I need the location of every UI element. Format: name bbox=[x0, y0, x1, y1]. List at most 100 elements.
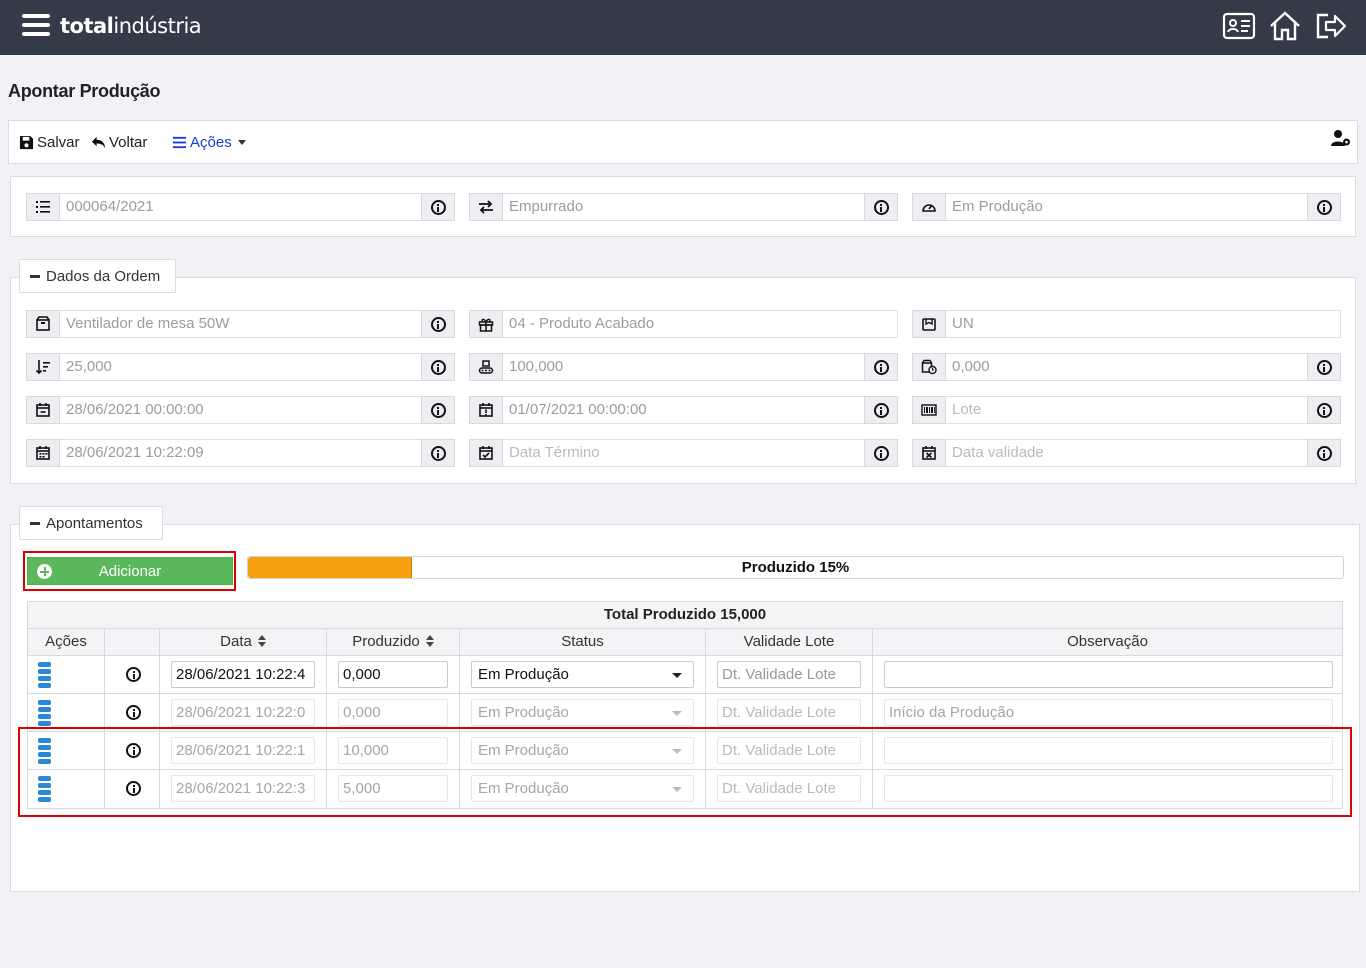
qty-planned-field: 25,000 bbox=[26, 353, 455, 381]
note-input[interactable] bbox=[884, 661, 1333, 688]
list-icon bbox=[172, 136, 187, 149]
qty-other-info-button[interactable] bbox=[1307, 353, 1341, 381]
date-start-planned-field: 28/06/2021 00:00:00 bbox=[26, 396, 455, 424]
date-end-field: Data Término bbox=[469, 439, 898, 467]
date-start-planned-input[interactable]: 28/06/2021 00:00:00 bbox=[60, 396, 421, 424]
order-data-legend[interactable]: Dados da Ordem bbox=[19, 259, 176, 293]
lot-validity-input[interactable]: Dt. Validade Lote bbox=[717, 661, 861, 688]
hamburger-menu-icon[interactable] bbox=[22, 14, 50, 40]
qty-other-input[interactable]: 0,000 bbox=[946, 353, 1307, 381]
lot-info-button[interactable] bbox=[1307, 396, 1341, 424]
produced-input[interactable]: 0,000 bbox=[338, 699, 448, 726]
info-icon bbox=[430, 359, 446, 375]
column-header-lot-validity: Validade Lote bbox=[706, 629, 873, 655]
actions-dropdown[interactable]: Ações bbox=[172, 134, 246, 151]
logout-icon[interactable] bbox=[1314, 10, 1348, 42]
save-button[interactable]: Salvar bbox=[19, 134, 80, 151]
lot-field: Lote bbox=[912, 396, 1341, 424]
produced-input[interactable]: 0,000 bbox=[338, 661, 448, 688]
info-icon bbox=[1316, 402, 1332, 418]
date-input[interactable]: 28/06/2021 10:22:0 bbox=[171, 699, 315, 726]
calendar-check-icon bbox=[479, 446, 493, 460]
info-icon bbox=[430, 402, 446, 418]
unit-input[interactable]: UN bbox=[946, 310, 1341, 338]
gift-icon bbox=[478, 318, 494, 332]
push-type-input[interactable]: Empurrado bbox=[503, 193, 864, 221]
info-icon bbox=[1316, 359, 1332, 375]
product-info-button[interactable] bbox=[421, 310, 455, 338]
status-select[interactable]: Em Produção bbox=[471, 699, 694, 726]
info-icon bbox=[430, 199, 446, 215]
date-input[interactable]: 28/06/2021 10:22:4 bbox=[171, 661, 315, 688]
id-card-icon[interactable] bbox=[1222, 10, 1256, 42]
date-end-input[interactable]: Data Término bbox=[503, 439, 864, 467]
entries-legend[interactable]: Apontamentos bbox=[19, 506, 163, 540]
info-icon[interactable] bbox=[126, 705, 141, 720]
lot-input[interactable]: Lote bbox=[946, 396, 1307, 424]
status-select[interactable]: Em Produção bbox=[471, 661, 694, 688]
order-number-input[interactable]: 000064/2021 bbox=[60, 193, 421, 221]
sort-icon bbox=[257, 635, 266, 647]
qty-planned-info-button[interactable] bbox=[421, 353, 455, 381]
column-header-produced[interactable]: Produzido bbox=[327, 629, 460, 655]
product-type-field: 04 - Produto Acabado bbox=[469, 310, 898, 338]
qty-capacity-input[interactable]: 100,000 bbox=[503, 353, 864, 381]
gauge-icon bbox=[922, 204, 936, 212]
row-actions-icon[interactable] bbox=[38, 662, 51, 688]
order-status-info-button[interactable] bbox=[1307, 193, 1341, 221]
info-icon bbox=[1316, 445, 1332, 461]
column-header-info bbox=[105, 629, 160, 655]
back-button[interactable]: Voltar bbox=[91, 134, 147, 151]
calendar-x-icon bbox=[922, 446, 936, 460]
order-number-info-button[interactable] bbox=[421, 193, 455, 221]
grid-header: Ações Data Produzido Status Validade Lot… bbox=[28, 629, 1342, 656]
date-end-info-button[interactable] bbox=[864, 439, 898, 467]
highlight-add-button bbox=[23, 551, 236, 591]
qty-planned-input[interactable]: 25,000 bbox=[60, 353, 421, 381]
date-end-planned-input[interactable]: 01/07/2021 00:00:00 bbox=[503, 396, 864, 424]
qty-capacity-info-button[interactable] bbox=[864, 353, 898, 381]
unit-field: UN bbox=[912, 310, 1341, 338]
app-logo: totalindústria bbox=[60, 14, 202, 38]
highlight-rows bbox=[18, 727, 1352, 817]
progress-label: Produzido 15% bbox=[741, 559, 850, 576]
validity-info-button[interactable] bbox=[1307, 439, 1341, 467]
conveyor-icon bbox=[478, 360, 494, 374]
column-header-status: Status bbox=[460, 629, 706, 655]
order-status-field: Em Produção bbox=[912, 193, 1341, 221]
calendar-alert-icon bbox=[479, 403, 493, 417]
info-icon bbox=[1316, 199, 1332, 215]
date-end-planned-info-button[interactable] bbox=[864, 396, 898, 424]
lot-validity-input[interactable]: Dt. Validade Lote bbox=[717, 699, 861, 726]
info-icon[interactable] bbox=[126, 667, 141, 682]
info-icon bbox=[873, 445, 889, 461]
collapse-minus-icon bbox=[30, 521, 40, 525]
date-start-info-button[interactable] bbox=[421, 439, 455, 467]
user-settings-icon[interactable] bbox=[1331, 129, 1351, 147]
info-icon bbox=[873, 199, 889, 215]
sort-amount-icon bbox=[35, 360, 50, 375]
package-icon bbox=[922, 318, 936, 331]
date-start-input[interactable]: 28/06/2021 10:22:09 bbox=[60, 439, 421, 467]
calendar-minus-icon bbox=[36, 403, 50, 417]
home-icon[interactable] bbox=[1268, 10, 1302, 42]
info-icon bbox=[430, 316, 446, 332]
swap-arrows-icon bbox=[479, 200, 493, 214]
row-actions-icon[interactable] bbox=[38, 700, 51, 726]
order-number-field: 000064/2021 bbox=[26, 193, 455, 221]
chevron-down-icon bbox=[237, 140, 246, 145]
column-header-date[interactable]: Data bbox=[160, 629, 327, 655]
push-type-info-button[interactable] bbox=[864, 193, 898, 221]
product-input[interactable]: Ventilador de mesa 50W bbox=[60, 310, 421, 338]
note-input[interactable]: Início da Produção bbox=[884, 699, 1333, 726]
action-toolbar: Salvar Voltar Ações bbox=[8, 120, 1358, 164]
product-field: Ventilador de mesa 50W bbox=[26, 310, 455, 338]
date-start-planned-info-button[interactable] bbox=[421, 396, 455, 424]
product-type-input[interactable]: 04 - Produto Acabado bbox=[503, 310, 898, 338]
column-header-actions: Ações bbox=[28, 629, 105, 655]
info-icon bbox=[430, 445, 446, 461]
order-status-input[interactable]: Em Produção bbox=[946, 193, 1307, 221]
undo-icon bbox=[91, 136, 106, 149]
page-title: Apontar Produção bbox=[8, 81, 161, 101]
validity-input[interactable]: Data validade bbox=[946, 439, 1307, 467]
